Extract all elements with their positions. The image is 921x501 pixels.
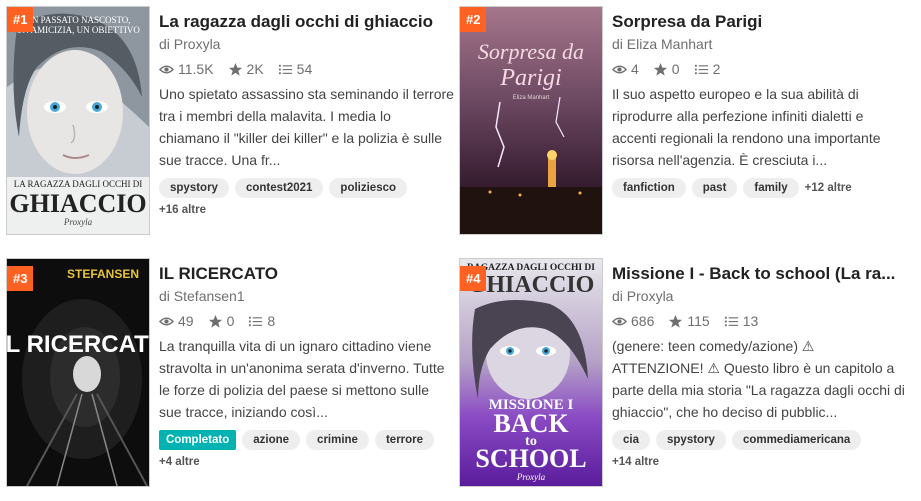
rank-badge: #1 [7, 7, 34, 32]
parts-stat: 13 [724, 313, 759, 329]
eye-icon [612, 317, 627, 325]
cover-title: Parigi [500, 65, 562, 91]
votes-stat: 0 [653, 61, 680, 77]
tag-pill[interactable]: contest2021 [234, 178, 324, 198]
list-icon [278, 64, 292, 74]
story-card[interactable]: UN PASSATO NASCOSTO, UN'AMICIZIA, UN OBI… [0, 0, 454, 234]
votes-count: 0 [226, 313, 235, 329]
list-icon [724, 316, 738, 326]
cover-title-line: LA RAGAZZA DAGLI OCCHI DI [13, 179, 143, 189]
votes-stat: 2K [228, 61, 264, 77]
story-author[interactable]: di Stefansen1 [159, 288, 454, 304]
more-tags-link[interactable]: +12 altre [805, 182, 852, 194]
rank-badge: #4 [460, 266, 487, 291]
tag-pill[interactable]: spystory [656, 430, 726, 450]
cover-tunnel-illustration [7, 259, 149, 486]
story-title[interactable]: IL RICERCATO [159, 263, 454, 285]
cover-author: Proxyla [516, 472, 546, 482]
parts-count: 2 [712, 61, 721, 77]
cover-school-text: SCHOOL [475, 444, 587, 473]
more-tags-link[interactable]: +4 altre [159, 456, 454, 468]
eye-icon [159, 65, 174, 73]
tag-pill[interactable]: commediamericana [731, 430, 862, 450]
votes-count: 0 [671, 61, 680, 77]
star-icon [208, 314, 222, 328]
reads-stat: 11.5K [159, 61, 214, 77]
story-card[interactable]: STEFANSEN IL RICERCATO #3 IL RICERCATO d… [0, 252, 454, 486]
cover-author: Proxyla [63, 217, 93, 227]
list-icon [694, 64, 708, 74]
more-tags-link[interactable]: +14 altre [612, 456, 659, 468]
cover-title-line: Sorpresa da [477, 39, 585, 64]
book-cover[interactable]: RAGAZZA DAGLI OCCHI DI GHIACCIO MISSIONE… [460, 259, 602, 486]
tag-pill[interactable]: azione [242, 430, 301, 450]
tag-pill[interactable]: terrore [374, 430, 435, 450]
star-icon [228, 62, 242, 76]
reads-count: 686 [631, 313, 655, 329]
parts-count: 13 [742, 313, 759, 329]
tag-pill[interactable]: past [691, 178, 738, 198]
story-description: Uno spietato assassino sta seminando il … [159, 86, 454, 168]
parts-stat: 2 [694, 61, 721, 77]
story-title[interactable]: Missione I - Back to school (La ra... [612, 263, 907, 285]
more-tags-link[interactable]: +16 altre [159, 204, 206, 216]
reads-stat: 49 [159, 313, 194, 329]
story-title[interactable]: La ragazza dagli occhi di ghiaccio [159, 11, 454, 33]
star-icon [653, 62, 667, 76]
parts-count: 8 [267, 313, 276, 329]
votes-stat: 115 [668, 313, 710, 329]
tag-pill[interactable]: cia [612, 430, 650, 450]
story-card[interactable]: RAGAZZA DAGLI OCCHI DI GHIACCIO MISSIONE… [453, 252, 907, 486]
story-description: (genere: teen comedy/azione) ⚠ ATTENZION… [612, 338, 905, 420]
tag-pill[interactable]: crimine [306, 430, 369, 450]
reads-count: 11.5K [178, 61, 214, 77]
rank-badge: #3 [7, 266, 34, 291]
story-author[interactable]: di Proxyla [159, 36, 454, 52]
rank-badge: #2 [460, 7, 487, 32]
story-description: Il suo aspetto europeo e la sua abilità … [612, 86, 881, 168]
reads-stat: 686 [612, 313, 654, 329]
book-cover[interactable]: STEFANSEN IL RICERCATO [7, 259, 149, 486]
eye-icon [612, 65, 627, 73]
list-icon [249, 316, 263, 326]
cover-title: GHIACCIO [9, 189, 147, 218]
story-author[interactable]: di Proxyla [612, 288, 907, 304]
book-cover[interactable]: UN PASSATO NASCOSTO, UN'AMICIZIA, UN OBI… [7, 7, 149, 234]
tag-pill[interactable]: fanfiction [612, 178, 686, 198]
star-icon [669, 314, 683, 328]
reads-count: 49 [178, 313, 194, 329]
parts-stat: 8 [248, 313, 275, 329]
story-title[interactable]: Sorpresa da Parigi [612, 11, 907, 33]
completed-badge: Completato [159, 430, 237, 450]
book-cover[interactable]: Sorpresa da Parigi Eliza Manhart [460, 7, 602, 234]
story-description: La tranquilla vita di un ignaro cittadin… [159, 338, 445, 420]
votes-count: 2K [246, 61, 264, 77]
cover-author: Eliza Manhart [512, 95, 550, 101]
tag-pill[interactable]: family [743, 178, 799, 198]
reads-stat: 4 [612, 61, 639, 77]
tag-pill[interactable]: poliziesco [329, 178, 408, 198]
parts-count: 54 [296, 61, 313, 77]
story-card[interactable]: Sorpresa da Parigi Eliza Manhart #2 Sorp… [453, 0, 907, 234]
votes-stat: 0 [208, 313, 235, 329]
votes-count: 115 [687, 313, 710, 329]
reads-count: 4 [631, 61, 639, 77]
tag-pill[interactable]: spystory [159, 178, 229, 198]
story-author[interactable]: di Eliza Manhart [612, 36, 907, 52]
eye-icon [159, 317, 174, 325]
parts-stat: 54 [278, 61, 313, 77]
cover-title: IL RICERCATO [7, 331, 149, 358]
